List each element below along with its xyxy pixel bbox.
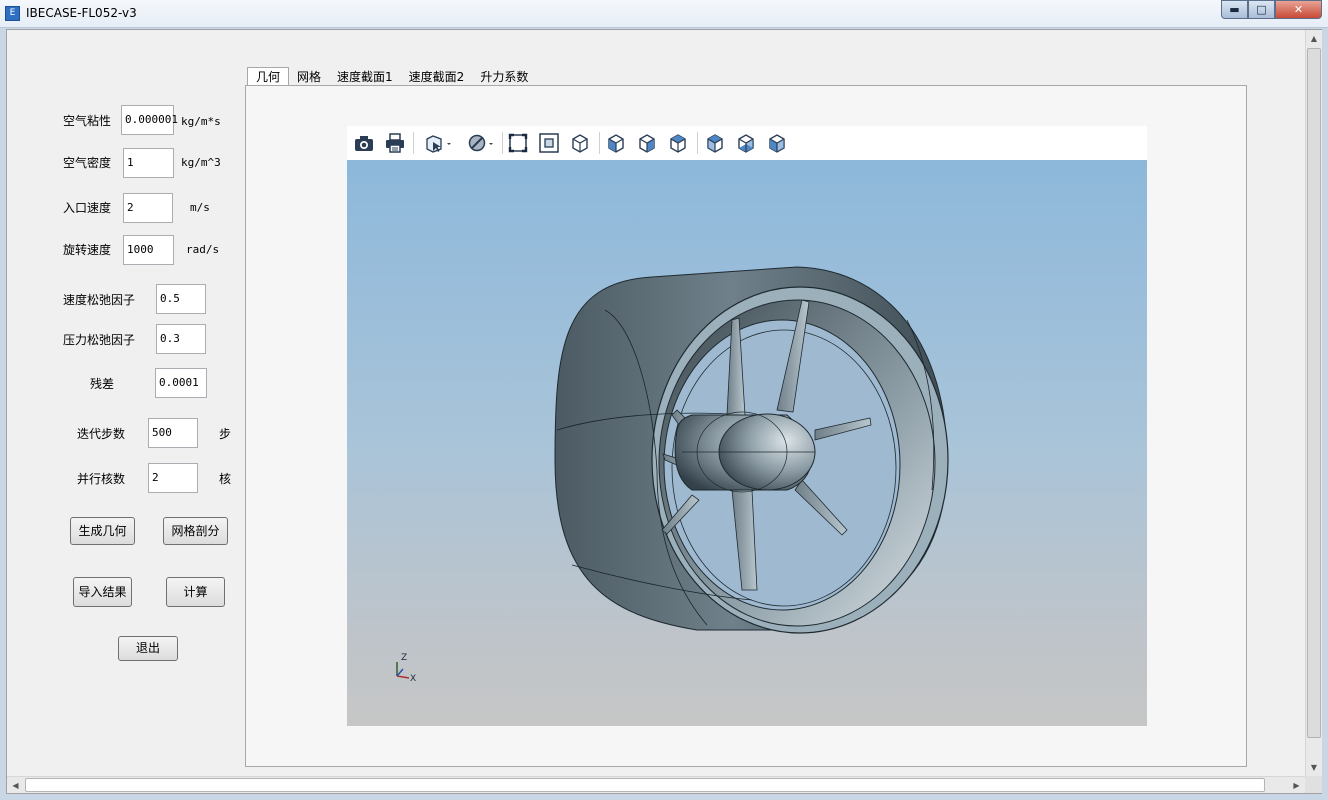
toolbar-separator xyxy=(697,132,698,154)
front-view-icon[interactable] xyxy=(604,132,628,154)
vertical-scrollbar[interactable]: ▲ ▼ xyxy=(1305,30,1322,776)
rotation-speed-input[interactable]: 1000 xyxy=(123,235,174,265)
generate-geometry-button[interactable]: 生成几何 xyxy=(70,517,135,545)
3d-viewport[interactable]: Z X xyxy=(347,160,1147,726)
fit-view-icon[interactable] xyxy=(506,132,530,154)
horizontal-scroll-thumb[interactable] xyxy=(25,778,1265,792)
inlet-velocity-input[interactable]: 2 xyxy=(123,193,173,223)
axis-triad: Z X xyxy=(396,653,416,684)
air-density-input[interactable]: 1 xyxy=(123,148,174,178)
iterations-input[interactable]: 500 xyxy=(148,418,198,448)
back-view-icon[interactable] xyxy=(635,132,659,154)
horizontal-scrollbar[interactable]: ◀ ▶ xyxy=(7,776,1305,793)
scroll-down-arrow-icon[interactable]: ▼ xyxy=(1306,759,1322,776)
air-density-label: 空气密度 xyxy=(63,156,112,170)
velocity-relax-input[interactable]: 0.5 xyxy=(156,284,206,314)
air-viscosity-unit: kg/m*s xyxy=(181,115,221,128)
cores-label: 并行核数 xyxy=(77,472,126,486)
client-area: 空气粘性 0.000001 kg/m*s 空气密度 1 kg/m^3 入口速度 … xyxy=(6,29,1322,794)
axis-z-label: Z xyxy=(401,653,407,663)
print-icon[interactable] xyxy=(383,132,407,154)
inlet-velocity-label: 入口速度 xyxy=(63,201,112,215)
residual-label: 残差 xyxy=(90,377,115,391)
minimize-button[interactable]: ▬ xyxy=(1221,0,1248,19)
viewer-toolbar xyxy=(347,126,1147,160)
top-view-icon[interactable] xyxy=(734,132,758,154)
rotation-speed-unit: rad/s xyxy=(186,243,220,256)
air-viscosity-input[interactable]: 0.000001 xyxy=(121,105,178,135)
velocity-relax-label: 速度松弛因子 xyxy=(63,293,136,307)
exit-button[interactable]: 退出 xyxy=(118,636,178,661)
tab-geometry[interactable]: 几何 xyxy=(247,67,290,87)
left-view-icon[interactable] xyxy=(666,132,690,154)
pressure-relax-label: 压力松弛因子 xyxy=(63,333,136,347)
zoom-box-icon[interactable] xyxy=(537,132,561,154)
iterations-label: 迭代步数 xyxy=(77,427,126,441)
right-view-icon[interactable] xyxy=(703,132,727,154)
import-results-button[interactable]: 导入结果 xyxy=(73,577,132,607)
scrollbar-corner xyxy=(1305,776,1322,793)
vertical-scroll-thumb[interactable] xyxy=(1307,48,1321,738)
toolbar-separator xyxy=(599,132,600,154)
title-bar: E IBECASE-FL052-v3 ▬ □ ✕ xyxy=(0,0,1328,28)
axis-x-label: X xyxy=(410,674,416,684)
mesh-button[interactable]: 网格剖分 xyxy=(163,517,228,545)
iso-view-icon[interactable] xyxy=(568,132,592,154)
select-icon[interactable] xyxy=(423,132,455,154)
ducted-fan-model: Z X xyxy=(396,266,949,684)
geometry-tab-panel: Z X xyxy=(245,85,1247,767)
cores-unit: 核 xyxy=(219,472,232,486)
close-button[interactable]: ✕ xyxy=(1275,0,1322,19)
cores-input[interactable]: 2 xyxy=(148,463,198,493)
tab-bar: 几何 网格 速度截面1 速度截面2 升力系数 xyxy=(247,67,536,87)
camera-icon[interactable] xyxy=(352,132,376,154)
toolbar-separator xyxy=(413,132,414,154)
maximize-button[interactable]: □ xyxy=(1248,0,1275,19)
rotation-speed-label: 旋转速度 xyxy=(63,243,112,257)
compute-button[interactable]: 计算 xyxy=(166,577,225,607)
iterations-unit: 步 xyxy=(219,427,232,441)
3d-viewer: Z X xyxy=(347,126,1147,726)
window-title: IBECASE-FL052-v3 xyxy=(26,6,137,20)
inlet-velocity-unit: m/s xyxy=(190,201,210,214)
scroll-right-arrow-icon[interactable]: ▶ xyxy=(1288,777,1305,794)
residual-input[interactable]: 0.0001 xyxy=(155,368,207,398)
scroll-left-arrow-icon[interactable]: ◀ xyxy=(7,777,24,794)
scroll-up-arrow-icon[interactable]: ▲ xyxy=(1306,30,1322,47)
bottom-view-icon[interactable] xyxy=(765,132,789,154)
window-controls: ▬ □ ✕ xyxy=(1221,0,1322,20)
air-density-unit: kg/m^3 xyxy=(181,156,221,169)
app-icon: E xyxy=(5,6,20,21)
pressure-relax-input[interactable]: 0.3 xyxy=(156,324,206,354)
toolbar-separator xyxy=(502,132,503,154)
no-entry-icon[interactable] xyxy=(465,132,497,154)
air-viscosity-label: 空气粘性 xyxy=(63,114,112,128)
